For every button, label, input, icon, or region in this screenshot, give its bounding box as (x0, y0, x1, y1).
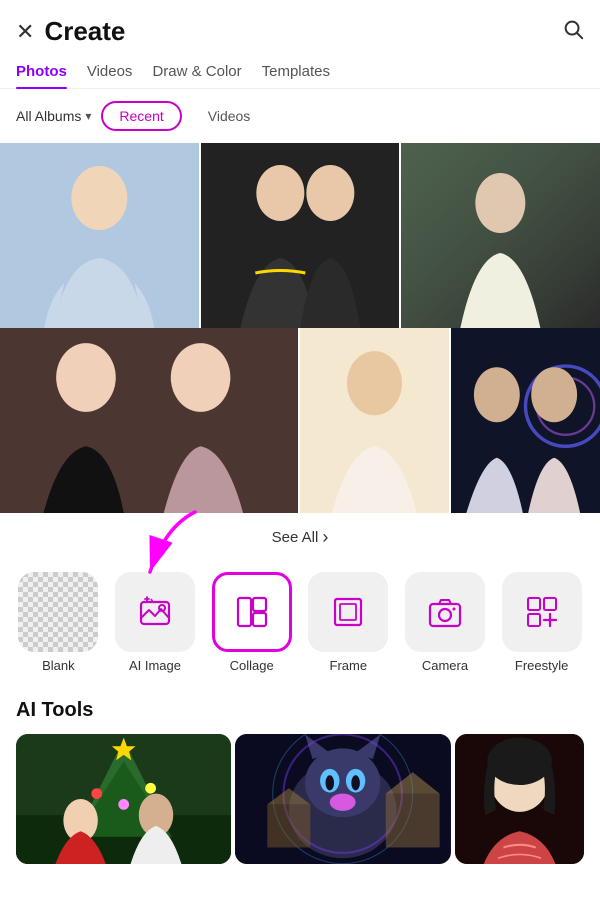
chevron-down-icon: ▾ (85, 109, 91, 123)
tool-freestyle[interactable]: Freestyle (502, 572, 582, 673)
see-all-link[interactable]: See All › (272, 527, 329, 548)
all-albums-label: All Albums (16, 108, 81, 124)
ai-tool-card-1[interactable] (16, 734, 231, 864)
photo-cell[interactable] (300, 328, 449, 513)
photo-cell[interactable] (201, 143, 400, 328)
tool-blank[interactable]: Blank (18, 572, 98, 673)
photo-cell[interactable] (451, 328, 600, 513)
ai-tools-section: AI Tools (0, 689, 600, 864)
camera-icon-box (405, 572, 485, 652)
tool-collage[interactable]: Collage (212, 572, 292, 673)
freestyle-icon-box (502, 572, 582, 652)
chevron-right-icon: › (322, 527, 328, 548)
search-icon[interactable] (562, 18, 584, 46)
tab-templates[interactable]: Templates (262, 55, 330, 88)
page-title: Create (44, 16, 125, 47)
collage-icon (234, 594, 270, 630)
close-icon[interactable]: ✕ (16, 19, 34, 45)
filter-row: All Albums ▾ Recent Videos (0, 89, 600, 143)
freestyle-label: Freestyle (515, 658, 568, 673)
photo-cell[interactable] (401, 143, 600, 328)
ai-tools-grid (16, 734, 584, 864)
tool-camera[interactable]: Camera (405, 572, 485, 673)
ai-tools-title: AI Tools (16, 699, 584, 722)
blank-label: Blank (42, 658, 75, 673)
videos-filter[interactable]: Videos (192, 103, 267, 129)
photo-grid-row1 (0, 143, 600, 328)
collage-label: Collage (230, 658, 274, 673)
tools-row: Blank AI Image Collage (0, 562, 600, 689)
blank-icon-box (18, 572, 98, 652)
tab-videos[interactable]: Videos (87, 55, 133, 88)
tab-photos[interactable]: Photos (16, 55, 67, 88)
ai-image-label: AI Image (129, 658, 181, 673)
photo-grid-row2 (0, 328, 600, 513)
see-all-label: See All (272, 529, 319, 546)
camera-icon (427, 594, 463, 630)
tool-frame[interactable]: Frame (308, 572, 388, 673)
nav-tabs: Photos Videos Draw & Color Templates (0, 55, 600, 89)
ai-image-icon (137, 594, 173, 630)
frame-label: Frame (330, 658, 368, 673)
tab-draw-color[interactable]: Draw & Color (152, 55, 241, 88)
frame-icon (330, 594, 366, 630)
header: ✕ Create (0, 0, 600, 55)
frame-icon-box (308, 572, 388, 652)
tool-ai-image[interactable]: AI Image (115, 572, 195, 673)
all-albums-dropdown[interactable]: All Albums ▾ (16, 108, 91, 124)
photo-cell[interactable] (0, 143, 199, 328)
header-left: ✕ Create (16, 16, 125, 47)
photo-cell[interactable] (0, 328, 298, 513)
camera-label: Camera (422, 658, 468, 673)
freestyle-icon (524, 594, 560, 630)
see-all-row: See All › (0, 513, 600, 562)
recent-filter[interactable]: Recent (101, 101, 181, 131)
ai-tool-card-3[interactable] (455, 734, 584, 864)
ai-tool-card-2[interactable] (235, 734, 450, 864)
